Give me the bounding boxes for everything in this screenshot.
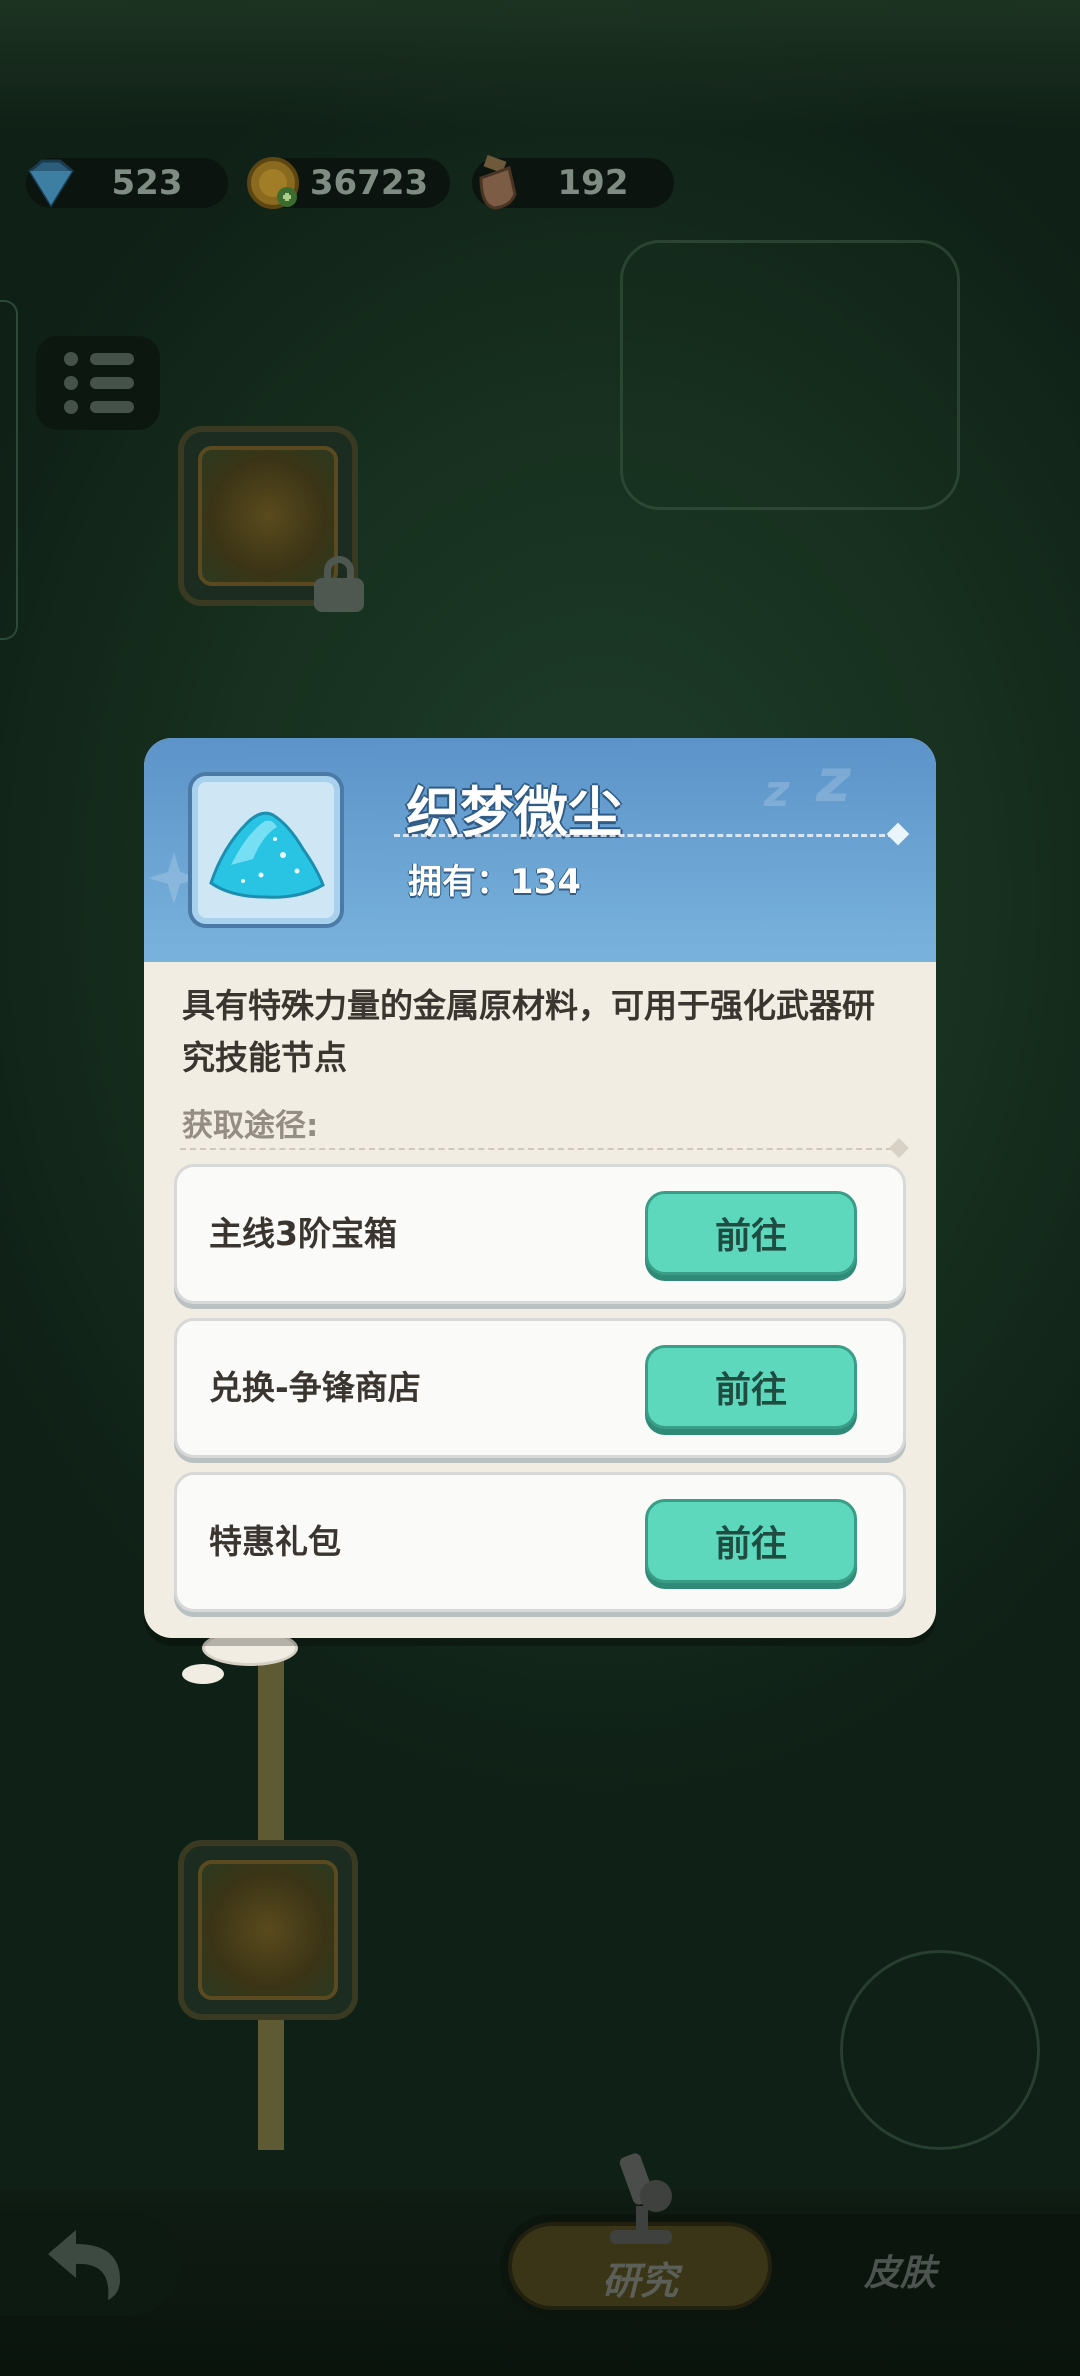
currency-diamond[interactable]: 523 <box>26 158 228 208</box>
microscope-icon <box>610 2153 672 2244</box>
go-button[interactable]: 前往 <box>645 1499 857 1583</box>
source-label: 特惠礼包 <box>209 1522 341 1561</box>
sleep-zz-decoration: z <box>764 766 790 817</box>
gold-coin-icon <box>240 150 306 216</box>
energy-potion-icon <box>464 150 530 216</box>
back-arrow-icon <box>48 2230 120 2300</box>
research-node-image <box>198 1860 338 2000</box>
dream-dust-icon <box>209 811 325 899</box>
background-sketch <box>840 1950 1040 2150</box>
go-button[interactable]: 前往 <box>645 1345 857 1429</box>
source-label: 主线3阶宝箱 <box>209 1214 397 1253</box>
source-row-main-chest: 主线3阶宝箱 前往 <box>174 1164 906 1304</box>
source-row-exchange-shop: 兑换-争锋商店 前往 <box>174 1318 906 1458</box>
list-menu-button[interactable] <box>36 336 160 430</box>
item-icon-frame <box>188 772 344 928</box>
background-sketch <box>620 240 960 510</box>
item-info-dialog: z z 织梦微尘 拥有：134 具有特殊力量的金属原材料，可用于强化武器研究技能… <box>144 738 936 1638</box>
title-divider <box>394 834 894 837</box>
currency-gold[interactable]: 36723 <box>247 157 450 209</box>
sources-divider <box>180 1148 892 1150</box>
tab-skin[interactable]: 皮肤 <box>840 2244 960 2296</box>
divider-ornament <box>889 1138 909 1158</box>
diamond-icon <box>18 150 84 216</box>
top-glow <box>0 0 1080 130</box>
sources-heading: 获取途径: <box>182 1108 319 1144</box>
item-owned-count: 拥有：134 <box>408 862 581 902</box>
list-icon-row <box>64 376 160 390</box>
go-button[interactable]: 前往 <box>645 1191 857 1275</box>
source-row-special-pack: 特惠礼包 前往 <box>174 1472 906 1612</box>
side-drawer-handle[interactable] <box>0 300 18 640</box>
lock-icon <box>314 556 364 612</box>
research-node[interactable] <box>178 1840 358 2020</box>
currency-energy[interactable]: 192 <box>472 154 674 210</box>
tab-research-label: 研究 <box>601 2259 678 2303</box>
list-icon-row <box>64 400 160 414</box>
list-icon <box>64 352 160 366</box>
sleep-zz-decoration: z <box>816 746 851 816</box>
source-label: 兑换-争锋商店 <box>209 1368 421 1407</box>
back-button[interactable] <box>0 2212 180 2316</box>
item-description: 具有特殊力量的金属原材料，可用于强化武器研究技能节点 <box>182 986 875 1077</box>
dialog-tail-bubble <box>182 1664 224 1684</box>
